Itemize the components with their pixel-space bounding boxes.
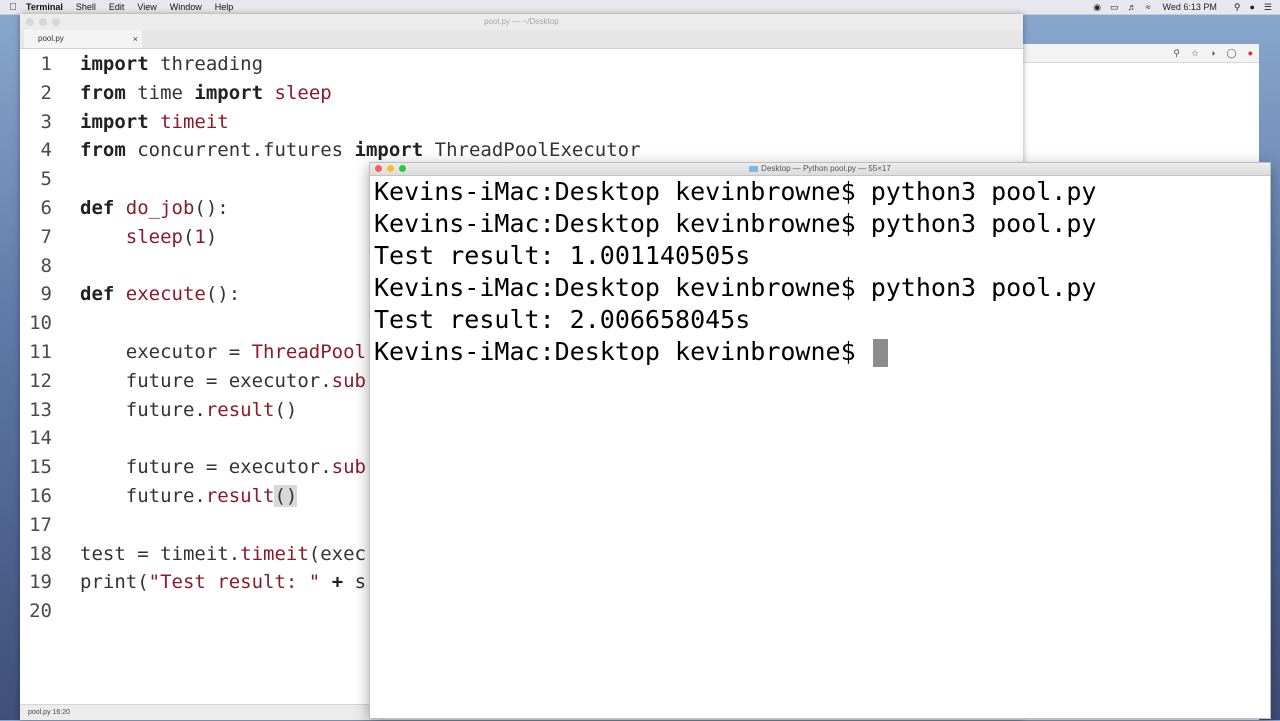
code-text: future = executor.sub: [80, 369, 366, 392]
tab-pool-py[interactable]: pool.py ×: [24, 30, 142, 48]
editor-tabbar: pool.py ×: [20, 30, 1023, 49]
wifi-icon[interactable]: ≈: [1146, 2, 1151, 12]
code-text: def do_job():: [80, 196, 229, 219]
profile-icon[interactable]: ◯: [1226, 48, 1236, 59]
code-text: print("Test result: " + s: [80, 571, 367, 594]
close-light-icon[interactable]: [26, 18, 34, 26]
siri-icon[interactable]: ●: [1249, 2, 1254, 12]
terminal-line: Kevins-iMac:Desktop kevinbrowne$ python3…: [374, 177, 1097, 206]
bookmark-star-icon[interactable]: ☆: [1191, 48, 1199, 59]
line-number: 3: [40, 110, 52, 133]
notification-center-icon[interactable]: ☰: [1264, 2, 1272, 13]
apple-icon[interactable]: : [0, 2, 26, 13]
code-line[interactable]: 3 import timeit: [20, 108, 1023, 137]
line-number: 9: [40, 283, 52, 306]
line-number: 6: [40, 196, 52, 219]
code-text: from time import sleep: [80, 81, 332, 104]
line-number: 19: [29, 571, 52, 594]
terminal-line: Kevins-iMac:Desktop kevinbrowne$ python3…: [374, 209, 1097, 238]
terminal-window: Desktop — Python pool.py — 55×17 Kevins-…: [369, 162, 1271, 719]
menu-window[interactable]: Window: [170, 2, 202, 12]
menu-help[interactable]: Help: [215, 2, 234, 12]
editor-window-controls: [26, 18, 65, 26]
volume-icon[interactable]: ♬: [1128, 2, 1137, 12]
line-number: 5: [40, 168, 52, 191]
code-text: executor = ThreadPool: [80, 340, 366, 363]
terminal-line: Test result: 2.006658045s: [374, 305, 751, 334]
status-text: pool.py 16:20: [28, 709, 71, 716]
code-text: def execute():: [80, 283, 241, 306]
terminal-line: Test result: 1.001140505s: [374, 241, 751, 270]
menubar-status-area: ◉ ▭ ♬ ≈ Wed 6:13 PM ⚲ ● ☰: [1084, 0, 1272, 14]
code-text: future.result(): [80, 398, 298, 421]
line-number: 20: [29, 600, 52, 623]
line-number: 14: [29, 427, 52, 450]
menu-view[interactable]: View: [137, 2, 156, 12]
record-icon[interactable]: ◉: [1093, 2, 1101, 13]
menubar-clock[interactable]: Wed 6:13 PM: [1163, 2, 1217, 12]
line-number: 13: [29, 398, 52, 421]
terminal-line: Kevins-iMac:Desktop kevinbrowne$ python3…: [374, 273, 1097, 302]
zoom-icon[interactable]: ⚲: [1173, 48, 1180, 59]
airplay-icon[interactable]: ▭: [1110, 2, 1119, 13]
extension-icon[interactable]: ◑: [1210, 48, 1215, 58]
browser-toolbar: ⚲ ☆ ◑ ◯ ●: [1016, 44, 1259, 63]
code-text: future.result(): [80, 484, 298, 507]
tab-label: pool.py: [38, 34, 64, 43]
code-text: import timeit: [80, 110, 229, 133]
close-button-icon[interactable]: [375, 165, 382, 172]
line-number: 4: [40, 139, 52, 162]
code-line[interactable]: 4 from concurrent.futures import ThreadPo…: [20, 136, 1023, 165]
code-line[interactable]: 2 from time import sleep: [20, 79, 1023, 108]
code-line[interactable]: 1 import threading: [20, 50, 1023, 79]
menu-terminal[interactable]: Terminal: [26, 2, 63, 12]
minimize-button-icon[interactable]: [387, 165, 394, 172]
extension-red-icon[interactable]: ●: [1248, 48, 1253, 58]
line-number: 1: [40, 53, 52, 75]
tab-close-icon[interactable]: ×: [133, 30, 138, 48]
search-icon[interactable]: ⚲: [1234, 2, 1241, 13]
menu-shell[interactable]: Shell: [76, 2, 96, 12]
line-number: 2: [40, 81, 52, 104]
menu-edit[interactable]: Edit: [109, 2, 125, 12]
text-cursor: [872, 339, 888, 367]
line-number: 8: [40, 254, 52, 277]
line-number: 17: [29, 513, 52, 536]
minimize-light-icon[interactable]: [39, 18, 47, 26]
zoom-button-icon[interactable]: [399, 165, 406, 172]
terminal-output[interactable]: Kevins-iMac:Desktop kevinbrowne$ python3…: [374, 176, 1096, 368]
line-number: 18: [29, 542, 52, 565]
editor-titlebar: pool.py — ~/Desktop: [20, 14, 1023, 30]
line-number: 11: [29, 340, 52, 363]
line-number: 12: [29, 369, 52, 392]
terminal-prompt: Kevins-iMac:Desktop kevinbrowne$: [374, 337, 871, 366]
line-number: 16: [29, 484, 52, 507]
terminal-window-title: Desktop — Python pool.py — 55×17: [761, 164, 891, 173]
terminal-window-controls: [375, 165, 411, 172]
code-text: from concurrent.futures import ThreadPoo…: [80, 139, 641, 162]
code-text: sleep(1): [125, 225, 218, 248]
editor-window-title: pool.py — ~/Desktop: [484, 17, 559, 26]
code-text: import threading: [80, 53, 264, 75]
line-number: 7: [40, 225, 52, 248]
terminal-prompt-line[interactable]: Kevins-iMac:Desktop kevinbrowne$: [374, 336, 1096, 368]
terminal-titlebar: Desktop — Python pool.py — 55×17: [370, 163, 1270, 176]
zoom-light-icon[interactable]: [52, 18, 60, 26]
code-text: future = executor.sub: [80, 456, 366, 479]
line-number: 10: [29, 312, 52, 335]
menubar:  Terminal Shell Edit View Window Help ◉…: [0, 0, 1280, 15]
code-text: test = timeit.timeit(exec: [80, 542, 366, 565]
line-number: 15: [29, 456, 52, 479]
folder-icon: [749, 165, 759, 172]
